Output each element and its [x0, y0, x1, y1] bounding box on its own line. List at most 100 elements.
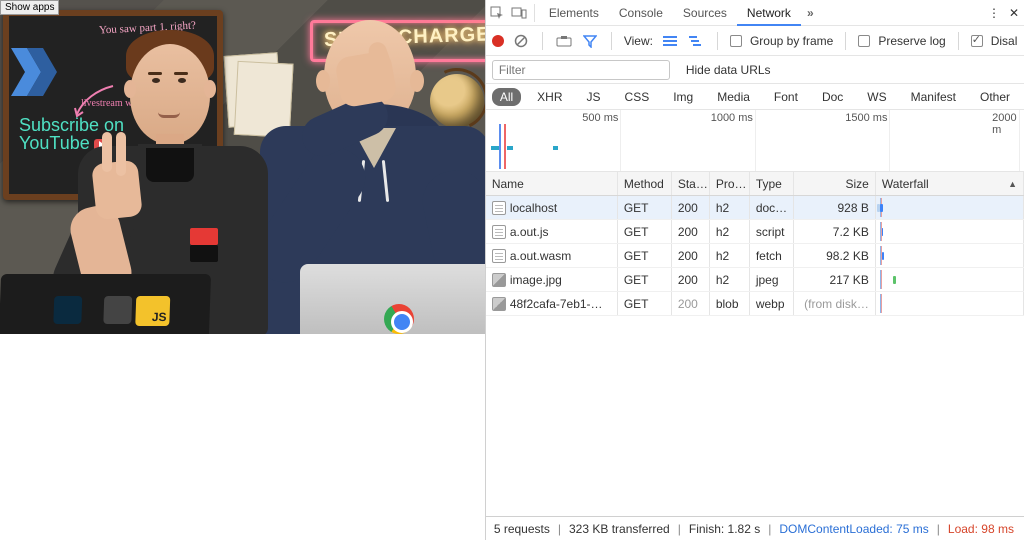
- table-row[interactable]: a.out.jsGET200h2script7.2 KB: [486, 220, 1024, 244]
- chrome-logo-icon: [384, 304, 414, 334]
- show-apps-button[interactable]: Show apps: [0, 0, 59, 15]
- sticker-2: [103, 296, 132, 324]
- table-row[interactable]: a.out.wasmGET200h2fetch98.2 KB: [486, 244, 1024, 268]
- status-load: Load: 98 ms: [948, 522, 1014, 536]
- cell-protocol: h2: [710, 196, 750, 219]
- chip-media[interactable]: Media: [709, 88, 758, 106]
- filter-row: Hide data URLs: [486, 56, 1024, 84]
- tab-console[interactable]: Console: [609, 0, 673, 26]
- scene-illustration: You saw part 1, right? livestream woo Su…: [0, 0, 485, 334]
- view-large-icon[interactable]: [661, 32, 679, 50]
- cell-waterfall: [876, 196, 1024, 219]
- group-by-frame-checkbox[interactable]: [730, 35, 742, 47]
- status-dcl: DOMContentLoaded: 75 ms: [779, 522, 928, 536]
- col-type[interactable]: Type: [750, 172, 794, 195]
- hoodie-patch: [190, 228, 218, 262]
- tab-elements[interactable]: Elements: [539, 0, 609, 26]
- status-requests: 5 requests: [494, 522, 550, 536]
- col-waterfall[interactable]: Waterfall▲: [876, 172, 1024, 195]
- cell-waterfall: [876, 244, 1024, 267]
- col-method[interactable]: Method: [618, 172, 672, 195]
- inspect-element-icon[interactable]: [486, 6, 508, 20]
- screenshot-icon[interactable]: [555, 32, 573, 50]
- table-row[interactable]: localhostGET200h2doc…928 B: [486, 196, 1024, 220]
- sticker-js-icon: [135, 296, 170, 326]
- chip-ws[interactable]: WS: [859, 88, 894, 106]
- cell-status: 200: [672, 268, 710, 291]
- cell-name: 48f2cafa-7eb1-…: [510, 297, 603, 311]
- image-icon: [492, 297, 506, 311]
- cell-type: doc…: [750, 196, 794, 219]
- clear-icon[interactable]: [512, 32, 530, 50]
- devtools-menu-icon[interactable]: ⋮: [984, 6, 1004, 20]
- image-icon: [492, 273, 506, 287]
- chip-xhr[interactable]: XHR: [529, 88, 570, 106]
- cell-type: webp: [750, 292, 794, 315]
- cell-method: GET: [618, 244, 672, 267]
- filter-icon[interactable]: [581, 32, 599, 50]
- view-label: View:: [624, 34, 653, 48]
- cell-size: 7.2 KB: [794, 220, 876, 243]
- col-size[interactable]: Size: [794, 172, 876, 195]
- table-row[interactable]: 48f2cafa-7eb1-… GET200blobwebp(from disk…: [486, 292, 1024, 316]
- chip-manifest[interactable]: Manifest: [903, 88, 964, 106]
- chip-doc[interactable]: Doc: [814, 88, 851, 106]
- table-row[interactable]: image.jpgGET200h2jpeg217 KB: [486, 268, 1024, 292]
- document-icon: [492, 225, 506, 239]
- disable-cache-label: Disal: [991, 34, 1018, 48]
- col-name[interactable]: Name: [486, 172, 618, 195]
- cell-size: (from disk…: [794, 292, 876, 315]
- col-protocol[interactable]: Pro…: [710, 172, 750, 195]
- preserve-log-label: Preserve log: [878, 34, 945, 48]
- timeline-tick-label: 2000 m: [992, 112, 1018, 136]
- cell-method: GET: [618, 292, 672, 315]
- cell-protocol: h2: [710, 220, 750, 243]
- type-filter-chips: All XHR JS CSS Img Media Font Doc WS Manifest Othe…: [486, 84, 1024, 110]
- network-table: Name Method Sta… Pro… Type Size Waterfal…: [486, 172, 1024, 516]
- tabs-overflow-icon[interactable]: »: [801, 6, 820, 20]
- record-button[interactable]: [492, 35, 504, 47]
- chip-js[interactable]: JS: [579, 88, 609, 106]
- cell-name: a.out.js: [510, 225, 549, 239]
- status-transferred: 323 KB transferred: [569, 522, 670, 536]
- preserve-log-checkbox[interactable]: [858, 35, 870, 47]
- table-header[interactable]: Name Method Sta… Pro… Type Size Waterfal…: [486, 172, 1024, 196]
- chip-img[interactable]: Img: [665, 88, 701, 106]
- timeline-tick-label: 1500 ms: [845, 112, 889, 124]
- cell-status: 200: [672, 292, 710, 315]
- cell-protocol: h2: [710, 244, 750, 267]
- disable-cache-checkbox[interactable]: [971, 35, 983, 47]
- cell-type: jpeg: [750, 268, 794, 291]
- content-pane: Show apps You saw part 1, right? livestr…: [0, 0, 485, 334]
- chip-css[interactable]: CSS: [617, 88, 658, 106]
- cell-status: 200: [672, 196, 710, 219]
- col-status[interactable]: Sta…: [672, 172, 710, 195]
- cell-method: GET: [618, 268, 672, 291]
- chip-other[interactable]: Other: [972, 88, 1018, 106]
- laptop-right: [300, 264, 485, 334]
- timeline-tick-label: 500 ms: [582, 112, 620, 124]
- status-bar: 5 requests| 323 KB transferred| Finish: …: [486, 516, 1024, 540]
- devtools-close-icon[interactable]: ✕: [1004, 6, 1024, 20]
- chip-all[interactable]: All: [492, 88, 521, 106]
- cell-size: 217 KB: [794, 268, 876, 291]
- document-icon: [492, 201, 506, 215]
- cell-name: localhost: [510, 201, 557, 215]
- cell-protocol: h2: [710, 268, 750, 291]
- view-waterfall-icon[interactable]: [687, 32, 705, 50]
- document-icon: [492, 249, 506, 263]
- timeline-tick-label: 1000 ms: [711, 112, 755, 124]
- cell-protocol: blob: [710, 292, 750, 315]
- cell-waterfall: [876, 268, 1024, 291]
- tab-network[interactable]: Network: [737, 0, 801, 26]
- devtools-panel: ElementsConsoleSourcesNetwork » ⋮ ✕ View…: [485, 0, 1024, 540]
- chip-font[interactable]: Font: [766, 88, 806, 106]
- timeline-overview[interactable]: 500 ms 1000 ms 1500 ms 2000 m: [486, 110, 1024, 172]
- tab-sources[interactable]: Sources: [673, 0, 737, 26]
- device-toolbar-icon[interactable]: [508, 6, 530, 20]
- filter-input[interactable]: [492, 60, 670, 80]
- hide-data-urls-label: Hide data URLs: [686, 63, 771, 77]
- cell-method: GET: [618, 196, 672, 219]
- cell-method: GET: [618, 220, 672, 243]
- cell-name: a.out.wasm: [510, 249, 571, 263]
